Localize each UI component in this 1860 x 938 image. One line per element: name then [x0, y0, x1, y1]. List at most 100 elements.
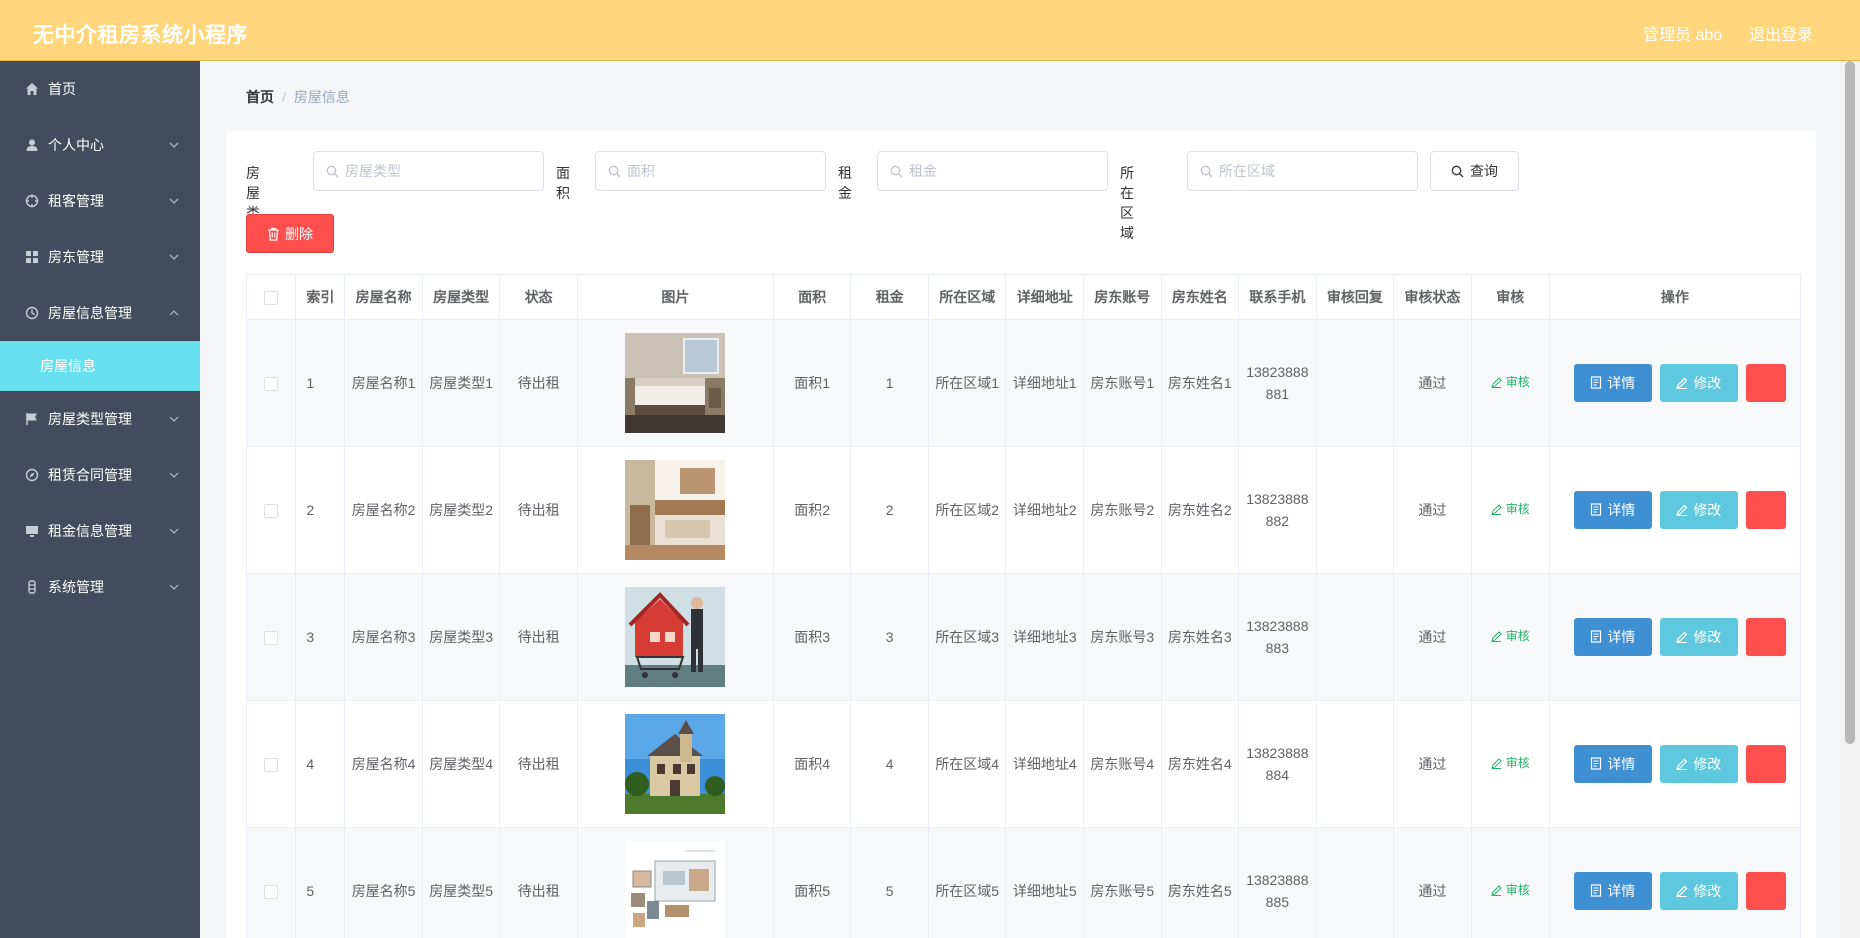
row-select-cell[interactable] [247, 319, 297, 447]
batch-delete-button[interactable]: 删除 [246, 214, 334, 253]
pencil-icon [1676, 631, 1688, 643]
sidebar-item-rent-info[interactable]: 租金信息管理 [0, 503, 200, 559]
cell-reply [1316, 319, 1395, 447]
clock-icon [24, 305, 40, 321]
page-scrollbar[interactable] [1840, 61, 1860, 938]
search-icon [890, 165, 903, 177]
chevron-down-icon [169, 254, 179, 260]
column-header: 操作 [1549, 275, 1801, 320]
cell-owner: 房东姓名4 [1161, 700, 1240, 828]
search-icon [608, 165, 621, 177]
grid-icon [24, 249, 40, 265]
row-checkbox[interactable] [264, 503, 279, 518]
row-select-cell[interactable] [247, 573, 297, 701]
row-delete-button[interactable] [1745, 871, 1786, 910]
row-checkbox[interactable] [264, 757, 279, 772]
cell-audit-status: 通过 [1393, 446, 1472, 574]
sidebar-item-tenant[interactable]: 租客管理 [0, 173, 200, 229]
sidebar-subitem-house-info[interactable]: 房屋信息 [0, 341, 200, 391]
sidebar-item-house-info-mgmt[interactable]: 房屋信息管理 [0, 285, 200, 341]
detail-button[interactable]: 详情 [1573, 363, 1652, 402]
rent-input[interactable] [909, 163, 1079, 179]
bottle-icon [24, 579, 40, 595]
house-thumbnail [584, 713, 767, 814]
flag-icon [24, 411, 40, 427]
edit-button[interactable]: 修改 [1659, 744, 1738, 783]
audit-link[interactable]: 审核 [1490, 371, 1530, 393]
detail-button[interactable]: 详情 [1573, 744, 1652, 783]
audit-link[interactable]: 审核 [1490, 752, 1530, 774]
row-select-cell[interactable] [247, 827, 297, 938]
column-header: 状态 [499, 275, 578, 320]
cell-operations: 详情 修改 [1549, 700, 1801, 828]
row-delete-button[interactable] [1745, 363, 1786, 402]
edit-button[interactable]: 修改 [1659, 871, 1738, 910]
cell-rent: 4 [850, 700, 929, 828]
area-input[interactable] [627, 163, 797, 179]
sidebar-item-home[interactable]: 首页 [0, 61, 200, 117]
query-button[interactable]: 查询 [1430, 151, 1519, 191]
row-checkbox[interactable] [264, 884, 279, 899]
cell-area: 面积1 [773, 319, 852, 447]
chevron-down-icon [169, 416, 179, 422]
house-thumbnail [584, 332, 767, 433]
audit-link[interactable]: 审核 [1490, 879, 1530, 901]
sidebar-item-personal-center[interactable]: 个人中心 [0, 117, 200, 173]
row-checkbox[interactable] [264, 376, 279, 391]
select-all-checkbox[interactable] [264, 291, 279, 306]
cell-account: 房东账号5 [1083, 827, 1162, 938]
row-delete-button[interactable] [1745, 744, 1786, 783]
type-field[interactable] [313, 151, 544, 191]
top-header: 无中介租房系统小程序 管理员 abo 退出登录 [0, 0, 1860, 61]
row-select-cell[interactable] [247, 700, 297, 828]
sidebar-item-system[interactable]: 系统管理 [0, 559, 200, 615]
sidebar-subitem-label: 房屋信息 [40, 358, 96, 374]
detail-button[interactable]: 详情 [1573, 490, 1652, 529]
region-input[interactable] [1219, 163, 1389, 179]
select-all-cell[interactable] [247, 275, 297, 320]
column-header: 图片 [577, 275, 774, 320]
row-delete-button[interactable] [1745, 490, 1786, 529]
rent-field[interactable] [877, 151, 1108, 191]
cell-rent: 5 [850, 827, 929, 938]
cell-rent: 3 [850, 573, 929, 701]
breadcrumb-home[interactable]: 首页 [246, 89, 274, 105]
admin-label: 管理员 abo [1643, 27, 1723, 44]
audit-label: 审核 [1505, 883, 1530, 898]
edit-icon [1490, 631, 1502, 642]
row-checkbox[interactable] [264, 630, 279, 645]
region-field[interactable] [1187, 151, 1418, 191]
area-field[interactable] [595, 151, 826, 191]
logout-link[interactable]: 退出登录 [1749, 21, 1813, 45]
audit-link[interactable]: 审核 [1490, 625, 1530, 647]
cell-address: 详细地址4 [1005, 700, 1085, 828]
edit-button[interactable]: 修改 [1659, 490, 1738, 529]
cell-operations: 详情 修改 [1549, 446, 1801, 574]
cell-region: 所在区域4 [928, 700, 1007, 828]
sidebar-item-house-type[interactable]: 房屋类型管理 [0, 391, 200, 447]
scrollbar-thumb[interactable] [1845, 61, 1855, 744]
detail-button[interactable]: 详情 [1573, 871, 1652, 910]
audit-link[interactable]: 审核 [1490, 498, 1530, 520]
edit-button[interactable]: 修改 [1659, 363, 1738, 402]
row-delete-button[interactable] [1745, 617, 1786, 656]
column-header: 详细地址 [1005, 275, 1085, 320]
cell-status: 待出租 [499, 446, 578, 574]
column-header: 房屋类型 [422, 275, 501, 320]
edit-button[interactable]: 修改 [1659, 617, 1738, 656]
sidebar-item-lease-contract[interactable]: 租赁合同管理 [0, 447, 200, 503]
search-icon [1451, 165, 1464, 177]
cell-audit-status: 通过 [1393, 319, 1472, 447]
column-header: 房东姓名 [1161, 275, 1240, 320]
cell-image [577, 827, 774, 938]
type-input[interactable] [345, 163, 515, 179]
cell-type: 房屋类型4 [422, 700, 501, 828]
detail-button[interactable]: 详情 [1573, 617, 1652, 656]
table-row: 3 房屋名称3 房屋类型3 待出租 面积3 3 所在区域3 详细地址3 房东账号3 房东姓名3 13… [247, 573, 1801, 701]
monitor-icon [24, 523, 40, 539]
detail-label: 详情 [1607, 755, 1636, 772]
row-select-cell[interactable] [247, 446, 297, 574]
cell-region: 所在区域2 [928, 446, 1007, 574]
detail-label: 详情 [1607, 374, 1636, 391]
sidebar-item-landlord[interactable]: 房东管理 [0, 229, 200, 285]
